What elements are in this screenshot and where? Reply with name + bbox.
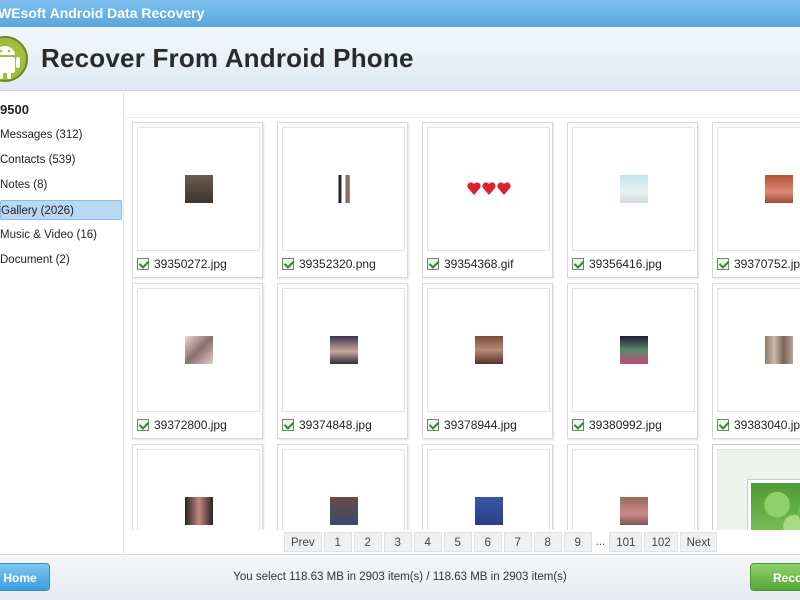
gallery-item[interactable]: 39370752.jpg	[712, 122, 800, 278]
photo-thumbnail	[764, 336, 793, 364]
thumbnail-frame	[717, 127, 800, 251]
thumbnail-frame	[137, 288, 260, 412]
app-header: Recover From Android Phone	[0, 27, 800, 91]
thumbnail-frame	[282, 127, 405, 251]
photo-thumbnail	[184, 336, 213, 364]
item-checkbox[interactable]	[572, 258, 584, 270]
photo-thumbnail	[329, 497, 358, 525]
gallery-item[interactable]	[277, 444, 408, 530]
gallery-item[interactable]	[567, 444, 698, 530]
next-page-button[interactable]: Next	[679, 532, 718, 552]
android-icon	[0, 36, 28, 82]
hearts-thumbnail	[466, 182, 511, 195]
item-checkbox[interactable]	[137, 419, 149, 431]
photo-thumbnail	[329, 175, 358, 203]
thumbnail-frame	[572, 449, 695, 530]
photo-thumbnail	[619, 336, 648, 364]
page-button[interactable]: 8	[533, 532, 562, 552]
sidebar-item-music-video[interactable]: Music & Video (16)	[0, 225, 122, 245]
item-checkbox[interactable]	[427, 419, 439, 431]
thumbnail-frame	[572, 288, 695, 412]
item-filename: 39383040.jpg	[734, 418, 800, 432]
leaves-thumbnail	[748, 480, 800, 530]
gallery-item[interactable]: 39352320.png	[277, 122, 408, 278]
item-checkbox[interactable]	[427, 258, 439, 270]
gallery-item[interactable]	[132, 444, 263, 530]
item-filename: 39352320.png	[299, 257, 376, 271]
window-titlebar: WEsoft Android Data Recovery	[0, 0, 800, 27]
item-checkbox[interactable]	[572, 419, 584, 431]
gallery-item[interactable]: 39380992.jpg	[567, 283, 698, 439]
page-button[interactable]: 4	[413, 532, 442, 552]
page-button[interactable]: 6	[473, 532, 502, 552]
gallery-item[interactable]: 39354368.gif	[422, 122, 553, 278]
photo-thumbnail	[474, 497, 503, 525]
page-title: Recover From Android Phone	[41, 43, 414, 73]
sidebar-item-notes[interactable]: Notes (8)	[0, 175, 122, 195]
footer-bar: Home You select 118.63 MB in 2903 item(s…	[0, 554, 800, 600]
photo-thumbnail	[184, 497, 213, 525]
item-filename: 39350272.jpg	[154, 257, 227, 271]
photo-thumbnail	[619, 175, 648, 203]
item-filename: 39378944.jpg	[444, 418, 517, 432]
thumbnail-frame	[572, 127, 695, 251]
thumbnail-frame	[282, 449, 405, 530]
gallery-grid: 39350272.jpg 39352320.png 39354368.gif 3…	[124, 118, 800, 530]
item-filename: 39380992.jpg	[589, 418, 662, 432]
gallery-item[interactable]	[712, 444, 800, 530]
item-filename: 39354368.gif	[444, 257, 514, 271]
item-checkbox[interactable]	[717, 419, 729, 431]
sidebar-item-document[interactable]: Document (2)	[0, 250, 122, 270]
item-checkbox[interactable]	[282, 258, 294, 270]
sidebar-item-gallery[interactable]: Gallery (2026)	[0, 200, 122, 220]
gallery-item[interactable]: 39356416.jpg	[567, 122, 698, 278]
pagination: Prev 1 2 3 4 5 6 7 8 9 ... 101 102 Next	[284, 532, 718, 552]
recover-button[interactable]: Recover	[750, 563, 800, 591]
gallery-item[interactable]: 39372800.jpg	[132, 283, 263, 439]
item-checkbox[interactable]	[137, 258, 149, 270]
gallery-item[interactable]: 39350272.jpg	[132, 122, 263, 278]
sidebar-item-contacts[interactable]: Contacts (539)	[0, 150, 122, 170]
item-filename: 39372800.jpg	[154, 418, 227, 432]
item-checkbox[interactable]	[717, 258, 729, 270]
thumbnail-frame	[282, 288, 405, 412]
thumbnail-frame	[137, 449, 260, 530]
thumbnail-frame	[717, 449, 800, 530]
content-toolbar	[124, 92, 800, 118]
photo-thumbnail	[474, 336, 503, 364]
prev-page-button[interactable]: Prev	[284, 532, 322, 552]
selection-status: You select 118.63 MB in 2903 item(s) / 1…	[233, 571, 567, 583]
gallery-item[interactable]	[422, 444, 553, 530]
thumbnail-frame	[427, 449, 550, 530]
page-ellipsis: ...	[595, 536, 606, 548]
item-checkbox[interactable]	[282, 419, 294, 431]
photo-thumbnail	[329, 336, 358, 364]
gallery-item[interactable]: 39374848.jpg	[277, 283, 408, 439]
item-filename: 39374848.jpg	[299, 418, 372, 432]
page-button[interactable]: 101	[609, 532, 643, 552]
item-filename: 39356416.jpg	[589, 257, 662, 271]
thumbnail-frame	[137, 127, 260, 251]
page-button[interactable]: 2	[353, 532, 382, 552]
page-button[interactable]: 5	[443, 532, 472, 552]
page-button[interactable]: 3	[383, 532, 412, 552]
thumbnail-frame	[717, 288, 800, 412]
photo-thumbnail	[764, 175, 793, 203]
gallery-item[interactable]: 39378944.jpg	[422, 283, 553, 439]
sidebar-item-messages[interactable]: Messages (312)	[0, 125, 122, 145]
thumbnail-frame	[427, 288, 550, 412]
page-button[interactable]: 7	[503, 532, 532, 552]
device-name[interactable]: 9500	[0, 102, 29, 117]
photo-thumbnail	[184, 175, 213, 203]
window-title: WEsoft Android Data Recovery	[0, 5, 205, 21]
page-button[interactable]: 1	[323, 532, 352, 552]
page-button[interactable]: 102	[644, 532, 678, 552]
category-sidebar: 9500 Messages (312) Contacts (539) Notes…	[0, 92, 124, 554]
photo-thumbnail	[619, 497, 648, 525]
thumbnail-frame	[427, 127, 550, 251]
item-filename: 39370752.jpg	[734, 257, 800, 271]
page-button[interactable]: 9	[563, 532, 592, 552]
gallery-item[interactable]: 39383040.jpg	[712, 283, 800, 439]
